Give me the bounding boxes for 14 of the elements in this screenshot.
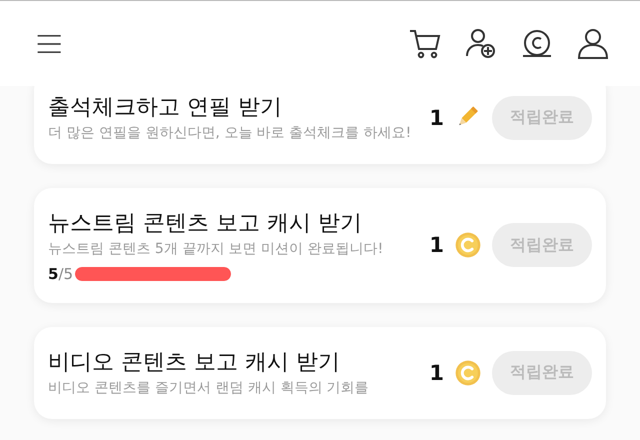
- mission-title: 뉴스트림 콘텐츠 보고 캐시 받기: [48, 210, 363, 238]
- reward-amount: 1: [429, 233, 444, 258]
- user-icon[interactable]: [576, 26, 610, 60]
- mission-title: 비디오 콘텐츠 보고 캐시 받기: [48, 349, 341, 378]
- mission-title: 출석체크하고 연필 받기: [48, 94, 283, 122]
- mission-description: 뉴스트림 콘텐츠 5개 끝까지 보면 미션이 완료됩니다!: [48, 240, 384, 259]
- reward-amount: 1: [429, 106, 444, 130]
- coin-icon: [454, 231, 482, 260]
- mission-description: 더 많은 연필을 원하신다면, 오늘 바로 출석체크를 하세요!: [48, 124, 412, 143]
- add-user-icon[interactable]: [464, 26, 498, 60]
- progress-count: 5/5: [48, 265, 74, 284]
- reward-amount: 1: [429, 360, 444, 385]
- coin-icon: [454, 358, 482, 387]
- mission-description: 비디오 콘텐츠를 즐기면서 랜덤 캐시 획득의 기회를: [48, 379, 370, 398]
